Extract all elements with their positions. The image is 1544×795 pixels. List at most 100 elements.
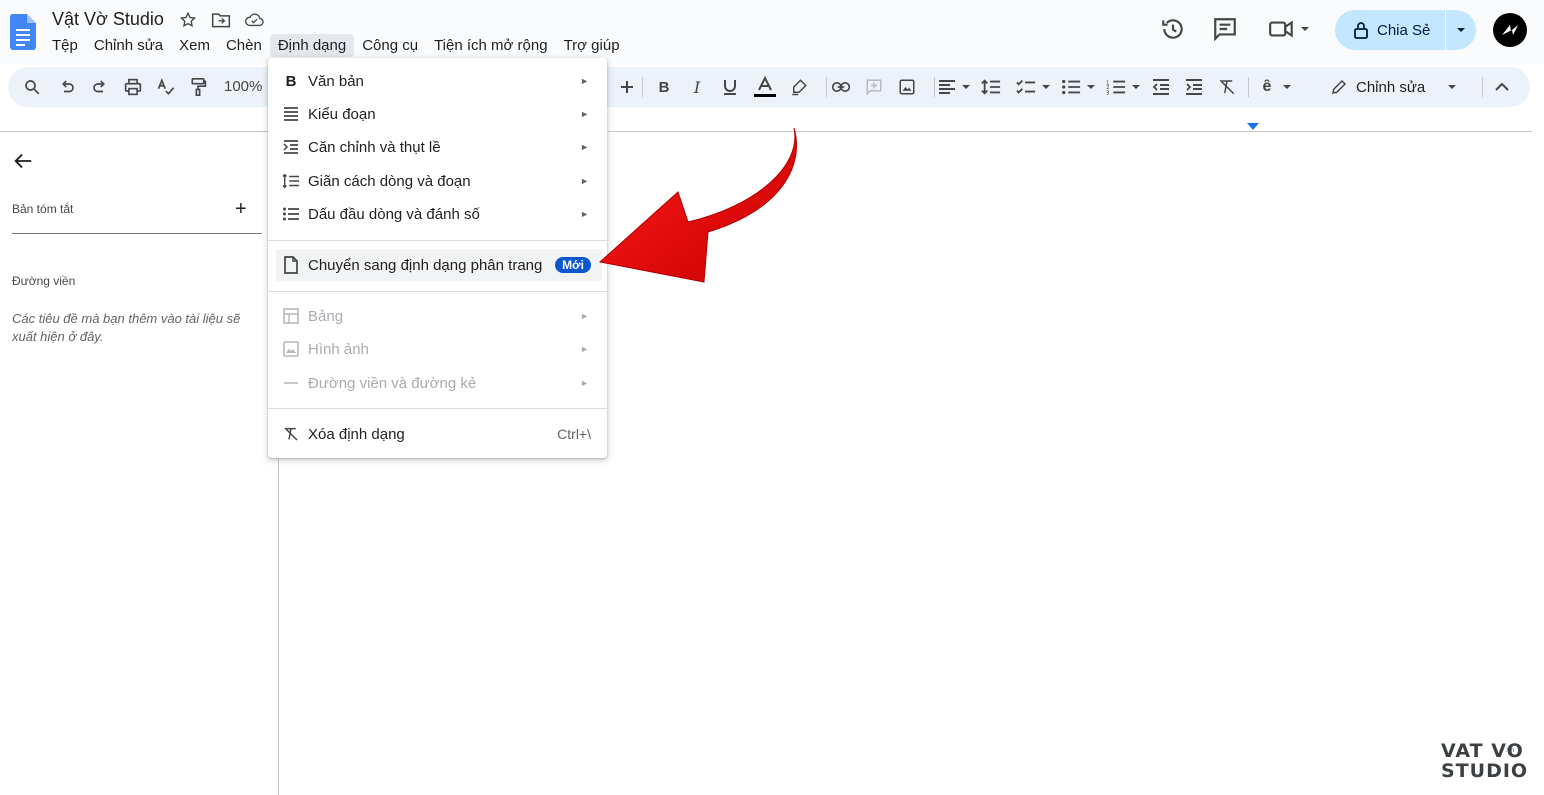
right-indent-marker[interactable] bbox=[1247, 123, 1259, 130]
menu-file[interactable]: Tệp bbox=[44, 34, 86, 57]
italic-icon[interactable]: I bbox=[687, 77, 707, 97]
toolbar-divider bbox=[642, 77, 643, 97]
submenu-arrow-icon: ► bbox=[580, 109, 589, 119]
toolbar-divider bbox=[1482, 77, 1483, 97]
paint-format-icon[interactable] bbox=[188, 77, 208, 97]
menu-item-bullets-numbering[interactable]: Dấu đầu dòng và đánh số ► bbox=[268, 198, 607, 230]
bulleted-list-icon[interactable] bbox=[1061, 77, 1081, 97]
border-line-icon bbox=[282, 374, 300, 392]
menu-item-label: Giãn cách dòng và đoạn bbox=[308, 172, 471, 190]
menu-item-label: Đường viền và đường kẻ bbox=[308, 374, 477, 392]
numbered-list-icon[interactable]: 123 bbox=[1106, 77, 1126, 97]
align-left-icon[interactable] bbox=[937, 77, 957, 97]
summary-heading: Bản tóm tắt bbox=[12, 202, 74, 216]
submenu-arrow-icon: ► bbox=[580, 344, 589, 354]
format-menu: B Văn bản ► Kiểu đoạn ► Căn chỉnh và thụ… bbox=[268, 58, 607, 458]
menu-item-borders-lines[interactable]: Đường viền và đường kẻ ► bbox=[268, 367, 607, 399]
annotation-arrow-icon bbox=[598, 127, 798, 283]
clear-formatting-icon[interactable] bbox=[1217, 77, 1237, 97]
menu-extensions[interactable]: Tiện ích mở rộng bbox=[426, 34, 556, 57]
collapse-menus-icon[interactable] bbox=[1492, 77, 1512, 97]
menu-item-table[interactable]: Bảng ► bbox=[268, 300, 607, 332]
checklist-icon[interactable] bbox=[1016, 77, 1036, 97]
paragraph-style-icon bbox=[282, 105, 300, 123]
menu-help[interactable]: Trợ giúp bbox=[556, 34, 628, 57]
cloud-saved-icon[interactable] bbox=[244, 10, 264, 30]
chevron-down-icon bbox=[1457, 28, 1465, 32]
add-summary-icon[interactable]: + bbox=[235, 198, 247, 221]
highlight-color-icon[interactable] bbox=[789, 77, 809, 97]
insert-image-icon[interactable] bbox=[897, 77, 917, 97]
input-tools-icon[interactable]: ȇ bbox=[1257, 77, 1277, 97]
toolbar-divider bbox=[826, 77, 827, 97]
redo-icon[interactable] bbox=[90, 77, 110, 97]
history-icon[interactable] bbox=[1160, 16, 1186, 42]
line-spacing-icon[interactable] bbox=[981, 77, 1001, 97]
star-icon[interactable] bbox=[178, 10, 198, 30]
spellcheck-icon[interactable] bbox=[156, 77, 176, 97]
text-color-icon[interactable] bbox=[753, 76, 777, 97]
bold-icon[interactable]: B bbox=[654, 77, 674, 97]
checklist-dropdown-icon[interactable] bbox=[1041, 77, 1051, 97]
menu-item-text[interactable]: B Văn bản ► bbox=[268, 65, 607, 97]
menu-item-line-spacing[interactable]: Giãn cách dòng và đoạn ► bbox=[268, 165, 607, 197]
menu-item-label: Hình ảnh bbox=[308, 340, 369, 358]
menu-format[interactable]: Định dạng bbox=[269, 34, 355, 57]
print-icon[interactable] bbox=[123, 77, 143, 97]
menu-tools[interactable]: Công cụ bbox=[354, 34, 426, 57]
title-row: Vật Vờ Studio bbox=[52, 9, 277, 30]
increase-indent-icon[interactable] bbox=[1184, 77, 1204, 97]
submenu-arrow-icon: ► bbox=[580, 311, 589, 321]
decrease-indent-icon[interactable] bbox=[1151, 77, 1171, 97]
numbered-dropdown-icon[interactable] bbox=[1131, 77, 1141, 97]
summary-divider bbox=[12, 233, 262, 234]
menu-insert[interactable]: Chèn bbox=[218, 34, 270, 57]
menu-separator bbox=[268, 408, 607, 409]
menu-edit[interactable]: Chỉnh sửa bbox=[86, 34, 171, 57]
increase-font-size-icon[interactable] bbox=[617, 77, 637, 97]
underline-icon[interactable] bbox=[720, 77, 740, 97]
line-spacing-icon bbox=[282, 172, 300, 190]
lock-icon bbox=[1354, 22, 1368, 39]
docs-logo-icon[interactable] bbox=[10, 14, 36, 50]
editing-mode-label: Chỉnh sửa bbox=[1356, 78, 1426, 96]
document-title[interactable]: Vật Vờ Studio bbox=[52, 9, 164, 30]
meet-dropdown-icon[interactable] bbox=[1300, 24, 1310, 34]
toolbar-divider bbox=[934, 77, 935, 97]
search-icon[interactable] bbox=[22, 77, 42, 97]
new-badge: Mới bbox=[555, 257, 591, 273]
chevron-down-icon bbox=[1448, 85, 1457, 89]
menu-item-paragraph-style[interactable]: Kiểu đoạn ► bbox=[268, 98, 607, 130]
avatar[interactable] bbox=[1493, 13, 1527, 47]
svg-text:3: 3 bbox=[1106, 90, 1110, 96]
zoom-value[interactable]: 100% bbox=[224, 78, 262, 95]
insert-link-icon[interactable] bbox=[831, 77, 851, 97]
share-button[interactable]: Chia Sẻ bbox=[1335, 10, 1445, 50]
menu-item-image[interactable]: Hình ảnh ► bbox=[268, 333, 607, 365]
keyboard-shortcut: Ctrl+\ bbox=[557, 426, 591, 442]
menu-view[interactable]: Xem bbox=[171, 34, 218, 57]
document-outline-sidebar: Bản tóm tắt + Đường viền Các tiêu đề mà … bbox=[0, 132, 279, 795]
menu-item-clear-formatting[interactable]: Xóa định dạng Ctrl+\ bbox=[268, 418, 607, 450]
share-label: Chia Sẻ bbox=[1377, 21, 1431, 39]
menu-item-align-indent[interactable]: Căn chỉnh và thụt lề ► bbox=[268, 131, 607, 163]
back-arrow-icon[interactable] bbox=[12, 150, 34, 172]
comment-icon[interactable] bbox=[1212, 16, 1238, 42]
pencil-icon bbox=[1332, 79, 1347, 94]
add-comment-icon[interactable] bbox=[864, 77, 884, 97]
input-tools-dropdown-icon[interactable] bbox=[1282, 77, 1292, 97]
clear-format-icon bbox=[282, 425, 300, 443]
move-folder-icon[interactable] bbox=[211, 10, 231, 30]
menu-item-label: Bảng bbox=[308, 307, 344, 325]
menu-item-label: Kiểu đoạn bbox=[308, 105, 376, 123]
bullet-dropdown-icon[interactable] bbox=[1086, 77, 1096, 97]
share-dropdown-button[interactable] bbox=[1446, 25, 1476, 35]
align-dropdown-icon[interactable] bbox=[961, 77, 971, 97]
meet-camera-icon[interactable] bbox=[1268, 16, 1296, 42]
undo-icon[interactable] bbox=[57, 77, 77, 97]
editing-mode-selector[interactable]: Chỉnh sửa bbox=[1330, 75, 1457, 99]
menu-item-switch-to-pages[interactable]: Chuyển sang định dạng phân trang Mới bbox=[276, 249, 602, 281]
menu-item-label: Căn chỉnh và thụt lề bbox=[308, 138, 441, 156]
submenu-arrow-icon: ► bbox=[580, 209, 589, 219]
submenu-arrow-icon: ► bbox=[580, 142, 589, 152]
